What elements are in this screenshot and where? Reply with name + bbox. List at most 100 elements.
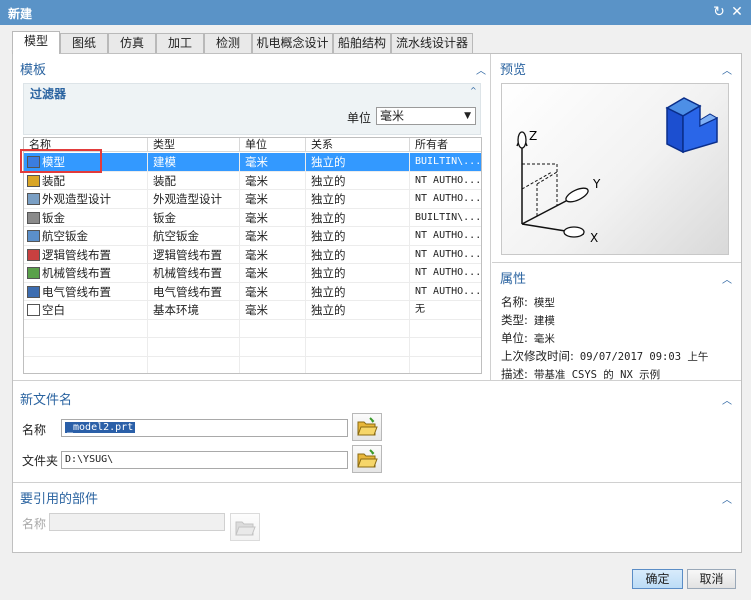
tab-machining[interactable]: 加工: [156, 33, 204, 53]
filter-collapse-icon[interactable]: ^: [470, 86, 477, 95]
cell-unit: 毫米: [240, 301, 306, 319]
column-header-unit[interactable]: 单位: [240, 138, 306, 152]
property-line: 单位: 毫米: [501, 330, 555, 346]
axis-x-label: X: [590, 231, 598, 245]
cell-owner: NT AUTHO...: [410, 227, 481, 245]
tab-drawing[interactable]: 图纸: [60, 33, 108, 53]
section-divider: [490, 54, 491, 380]
template-icon: [27, 248, 40, 261]
table-row[interactable]: 空白 基本环境 毫米 独立的无: [24, 301, 481, 320]
table-row[interactable]: 外观造型设计 外观造型设计 毫米 独立的 NT AUTHO...: [24, 190, 481, 209]
property-line: 类型: 建模: [501, 312, 555, 328]
dropdown-arrow-icon: ▼: [464, 111, 471, 121]
properties-section-title[interactable]: 属性: [500, 268, 526, 287]
table-row[interactable]: 机械管线布置 机械管线布置 毫米 独立的 NT AUTHO...: [24, 264, 481, 283]
browse-folder-button[interactable]: [352, 445, 382, 473]
cell-type: 航空钣金: [148, 227, 240, 245]
cell-type: 钣金: [148, 208, 240, 227]
empty-cell: [410, 338, 481, 356]
property-label: 描述:: [501, 367, 528, 381]
cell-unit: 毫米: [240, 171, 306, 190]
preview-section-title[interactable]: 预览: [500, 59, 526, 78]
properties-collapse-icon[interactable]: ︿: [722, 271, 732, 286]
cell-owner: NT AUTHO...: [410, 246, 481, 264]
cell-type: 外观造型设计: [148, 190, 240, 208]
tab-line-designer[interactable]: 流水线设计器: [391, 33, 473, 53]
tab-simulation[interactable]: 仿真: [108, 33, 156, 53]
ok-button[interactable]: 确定: [632, 569, 683, 589]
cell-unit: 毫米: [240, 245, 306, 264]
referenced-collapse-icon[interactable]: ︿: [722, 491, 732, 506]
property-value: 09/07/2017 09:03 上午: [579, 351, 709, 363]
property-value: 毫米: [533, 333, 555, 345]
template-icon: [27, 267, 40, 279]
column-header-type[interactable]: 类型: [148, 138, 240, 152]
cell-relation: 独立的: [306, 282, 410, 301]
referenced-section-title[interactable]: 要引用的部件: [20, 488, 98, 507]
cell-name: 钣金: [24, 208, 148, 227]
refresh-icon[interactable]: ↻: [710, 3, 728, 21]
cell-owner: NT AUTHO...: [410, 283, 481, 301]
close-icon[interactable]: ✕: [728, 3, 746, 21]
table-row[interactable]: 装配 装配 毫米 独立的 NT AUTHO...: [24, 171, 481, 190]
unit-select[interactable]: 毫米 ▼: [376, 107, 476, 125]
empty-row: [24, 356, 481, 374]
preview-collapse-icon[interactable]: ︿: [722, 62, 732, 77]
folder-open-icon: [357, 417, 378, 436]
table-row[interactable]: 逻辑管线布置 逻辑管线布置 毫米 独立的 NT AUTHO...: [24, 245, 481, 264]
cell-name: 空白: [24, 301, 148, 319]
cell-type: 逻辑管线布置: [148, 245, 240, 264]
new-file-collapse-icon[interactable]: ︿: [722, 392, 732, 407]
filter-title[interactable]: 过滤器: [30, 85, 66, 102]
file-name-input[interactable]: _model2.prt: [61, 419, 348, 437]
tab-ship-structure[interactable]: 船舶结构: [333, 33, 391, 53]
selection-highlight-annotation: [20, 149, 102, 173]
tab-mechatronics[interactable]: 机电概念设计: [252, 33, 333, 53]
templates-collapse-icon[interactable]: ︿: [476, 62, 486, 77]
table-row[interactable]: 航空钣金 航空钣金 毫米 独立的 NT AUTHO...: [24, 227, 481, 246]
table-row[interactable]: 电气管线布置 电气管线布置 毫米 独立的 NT AUTHO...: [24, 282, 481, 301]
cell-type: 机械管线布置: [148, 264, 240, 282]
cell-unit: 毫米: [240, 282, 306, 301]
cell-unit: 毫米: [240, 153, 306, 171]
empty-row: [24, 319, 481, 338]
referenced-name-input[interactable]: [49, 513, 225, 531]
folder-input[interactable]: D:\YSUG\: [61, 451, 348, 469]
empty-cell: [306, 319, 410, 338]
empty-cell: [410, 357, 481, 374]
template-icon: [27, 230, 40, 242]
empty-cell: [240, 338, 306, 356]
folder-label: 文件夹: [22, 454, 59, 468]
axis-z-label: Z: [529, 129, 537, 143]
cell-name: 外观造型设计: [24, 190, 148, 208]
title-bar: 新建 ↻ ✕: [0, 0, 751, 25]
template-icon: [27, 211, 40, 224]
empty-cell: [24, 356, 148, 373]
templates-section-title[interactable]: 模板: [20, 59, 46, 78]
browse-file-button[interactable]: [352, 413, 382, 441]
tab-inspection[interactable]: 检测: [204, 33, 252, 53]
empty-cell: [24, 338, 148, 356]
cell-owner: BUILTIN\...: [410, 209, 481, 227]
cell-unit: 毫米: [240, 264, 306, 282]
column-header-owner[interactable]: 所有者: [410, 138, 481, 152]
file-name-label: 名称: [22, 423, 47, 437]
empty-cell: [240, 356, 306, 373]
cell-type: 基本环境: [148, 301, 240, 319]
new-file-section-title[interactable]: 新文件名: [20, 389, 72, 408]
empty-cell: [306, 356, 410, 373]
section-divider: [492, 262, 741, 263]
cell-owner: NT AUTHO...: [410, 172, 481, 190]
cell-relation: 独立的: [306, 227, 410, 245]
table-row[interactable]: 钣金 钣金 毫米 独立的 BUILTIN\...: [24, 208, 481, 227]
referenced-browse-button[interactable]: [230, 513, 260, 541]
cancel-button[interactable]: 取消: [687, 569, 736, 589]
property-label: 单位:: [501, 331, 528, 345]
empty-cell: [410, 320, 481, 338]
section-divider: [13, 482, 741, 483]
column-header-relation[interactable]: 关系: [306, 138, 410, 152]
folder-open-icon: [235, 521, 256, 536]
tab-model[interactable]: 模型: [12, 31, 60, 54]
cell-name: 装配: [24, 171, 148, 190]
cell-type: 建模: [148, 153, 240, 171]
